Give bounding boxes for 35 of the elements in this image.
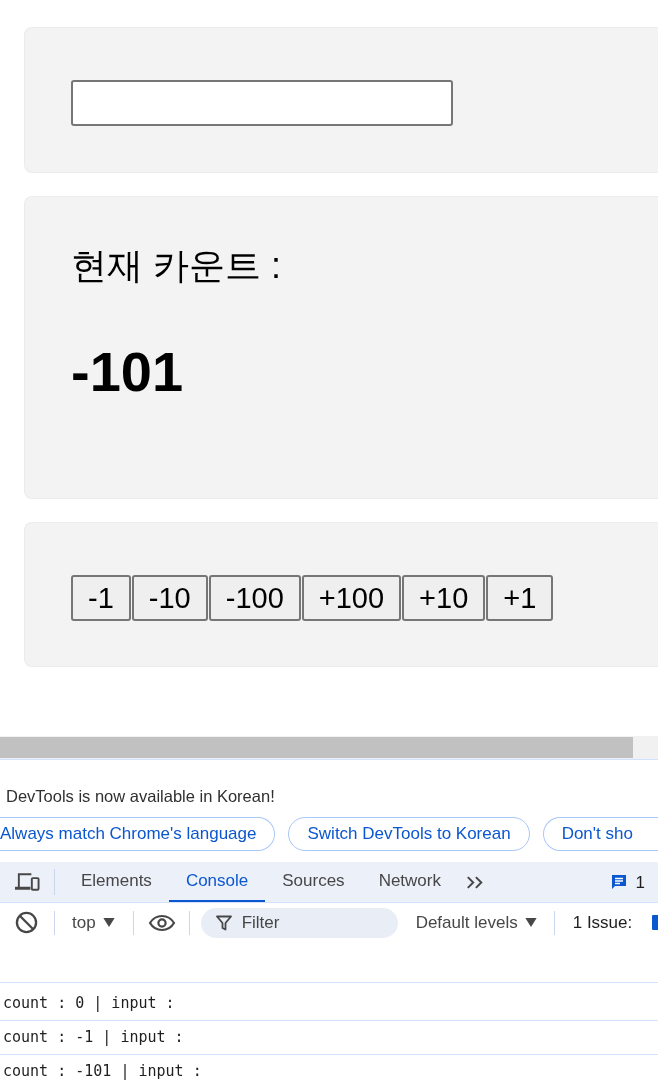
messages-icon[interactable] — [610, 874, 627, 890]
eye-icon[interactable] — [147, 913, 176, 932]
caret-icon — [524, 918, 537, 927]
step-button[interactable]: +1 — [486, 575, 554, 621]
scrollbar-thumb[interactable] — [0, 737, 633, 758]
more-tabs-icon[interactable] — [466, 874, 484, 890]
devtools-tab[interactable]: Elements — [64, 862, 169, 902]
text-input-field[interactable] — [71, 80, 453, 126]
messages-count: 1 — [635, 873, 645, 893]
notice-button[interactable]: Don't sho — [542, 817, 658, 851]
notice-button[interactable]: Switch DevTools to Korean — [288, 817, 530, 851]
step-button[interactable]: -10 — [131, 575, 208, 621]
context-selector[interactable]: top — [72, 912, 115, 933]
devtools-tab[interactable]: Sources — [265, 862, 362, 902]
caret-icon — [102, 918, 115, 927]
clear-console-icon[interactable] — [15, 911, 38, 934]
step-button[interactable]: -1 — [71, 575, 131, 621]
console-message: count : -101 | input : — [0, 1054, 658, 1087]
count-label: 현재 카운트 : — [71, 244, 281, 288]
count-value: -101 — [71, 340, 184, 404]
filter-field[interactable]: Filter — [200, 907, 398, 938]
console-message: count : 0 | input : — [0, 982, 658, 1020]
filter-icon — [215, 914, 232, 931]
console-message: count : -1 | input : — [0, 1020, 658, 1054]
notice-button[interactable]: Always match Chrome's language — [0, 817, 276, 851]
device-toolbar-icon[interactable] — [15, 872, 40, 892]
issues-button[interactable]: 1 Issue: — [572, 912, 633, 933]
scrollbar-track[interactable] — [0, 736, 658, 760]
devtools-tab[interactable]: Network — [361, 862, 458, 902]
step-button[interactable]: +100 — [301, 575, 402, 621]
step-button[interactable]: +10 — [402, 575, 486, 621]
step-button[interactable]: -100 — [208, 575, 301, 621]
language-notice-text: DevTools is now available in Korean! — [6, 786, 275, 806]
devtools-tab[interactable]: Console — [168, 862, 266, 902]
levels-dropdown[interactable]: Default levels — [415, 912, 537, 933]
